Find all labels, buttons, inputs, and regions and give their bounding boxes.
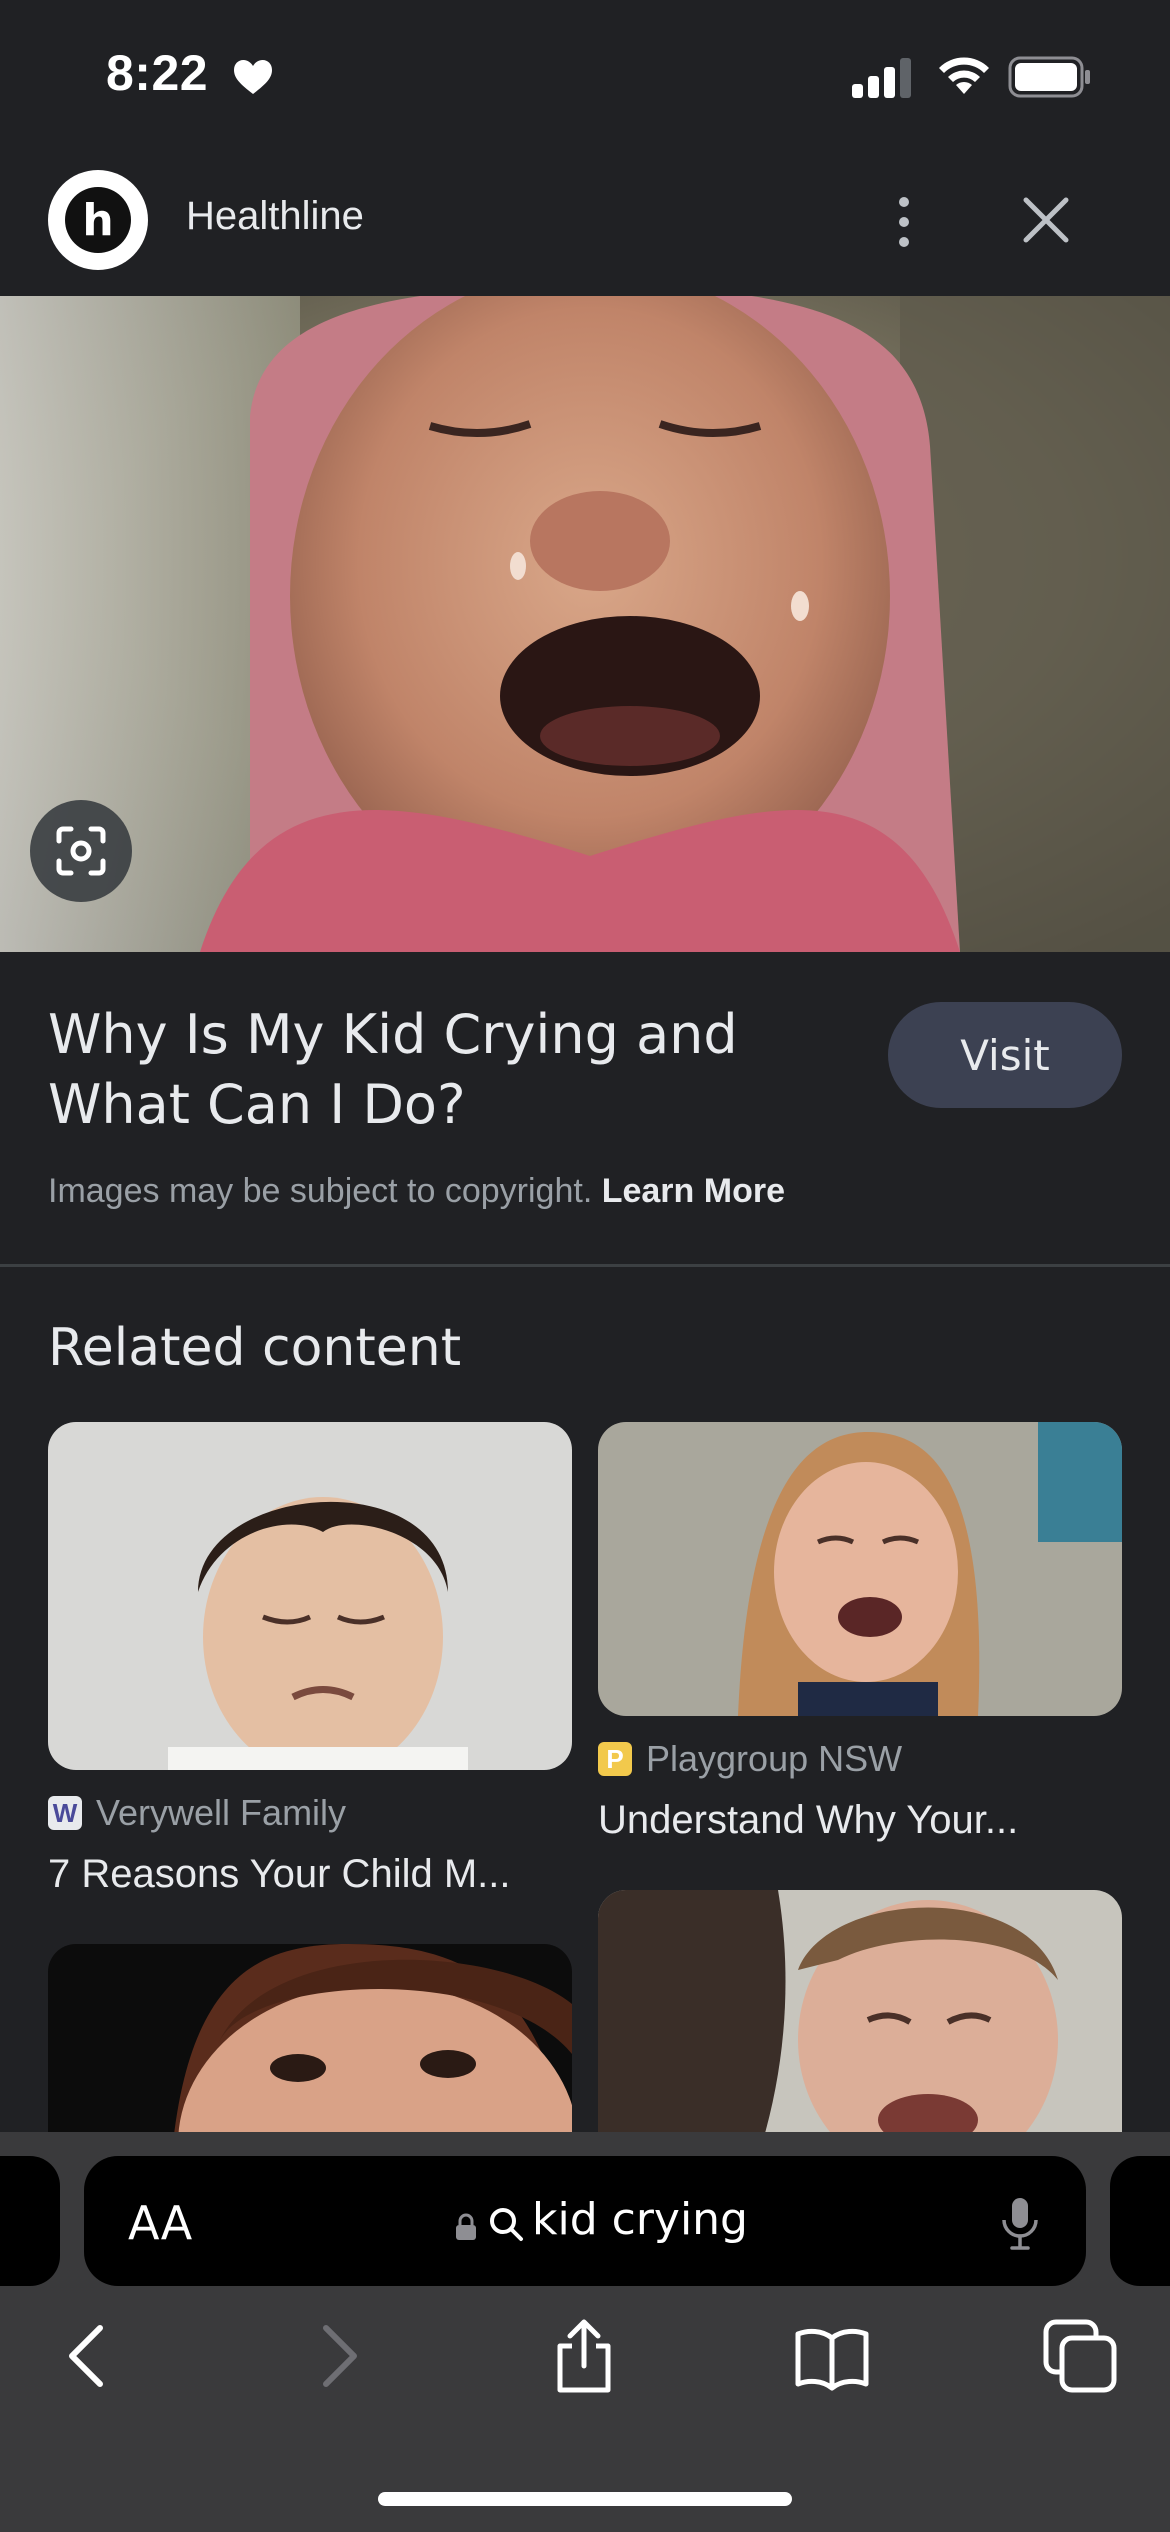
copyright-text: Images may be subject to copyright. [48,1172,593,1210]
playgroup-favicon: P [598,1742,632,1776]
source-logo-letter: h [65,187,131,253]
back-icon[interactable] [50,2318,126,2394]
next-tab-preview[interactable] [1110,2156,1170,2286]
address-bar[interactable]: AA kid crying [84,2156,1086,2286]
source-label: Verywell Family [96,1792,347,1833]
visit-button[interactable]: Visit [888,1002,1122,1108]
divider [0,1264,1170,1267]
more-options-icon[interactable] [880,190,928,254]
home-indicator[interactable] [378,2492,792,2506]
lens-icon [56,826,106,876]
related-card-source-1: W Verywell Family [48,1792,346,1834]
microphone-icon[interactable] [1000,2196,1040,2252]
cellular-signal-icon [852,58,911,98]
heart-icon [234,60,272,94]
wifi-icon [939,57,989,94]
close-icon[interactable] [1018,192,1074,248]
copyright-notice: Images may be subject to copyright. Lear… [48,1172,785,1211]
reader-settings-button[interactable]: AA [128,2196,192,2250]
lock-icon [456,2213,476,2240]
related-card-title-1[interactable]: 7 Reasons Your Child M... [48,1852,568,1897]
status-time: 8:22 [106,45,209,101]
toddler-crying-photo [48,1422,572,1770]
girl-crying-photo [598,1422,1122,1716]
status-bar: 8:22 [0,0,1170,150]
share-icon[interactable] [546,2318,622,2394]
healthline-logo[interactable]: h [48,170,148,270]
learn-more-link[interactable]: Learn More [602,1172,785,1210]
battery-icon [1008,56,1090,98]
source-label: Playgroup NSW [646,1738,903,1779]
crying-child-photo [0,296,1170,952]
forward-icon[interactable] [300,2318,376,2394]
related-card-title-2[interactable]: Understand Why Your... [598,1798,1118,1843]
url-text[interactable]: kid crying [532,2194,748,2245]
result-image[interactable] [0,296,1170,952]
verywell-favicon: W [48,1796,82,1830]
source-name[interactable]: Healthline [186,194,364,239]
related-content-heading: Related content [48,1318,462,1378]
previous-tab-preview[interactable] [0,2156,60,2286]
related-card-image-2[interactable] [598,1422,1122,1716]
bookmarks-icon[interactable] [794,2318,870,2394]
related-card-source-2: P Playgroup NSW [598,1738,902,1780]
tabs-icon[interactable] [1042,2318,1118,2394]
related-card-image-1[interactable] [48,1422,572,1770]
google-lens-button[interactable] [30,800,132,902]
result-title[interactable]: Why Is My Kid Crying and What Can I Do? [48,1000,868,1140]
source-header: h Healthline [0,150,1170,296]
search-icon [490,2208,523,2241]
